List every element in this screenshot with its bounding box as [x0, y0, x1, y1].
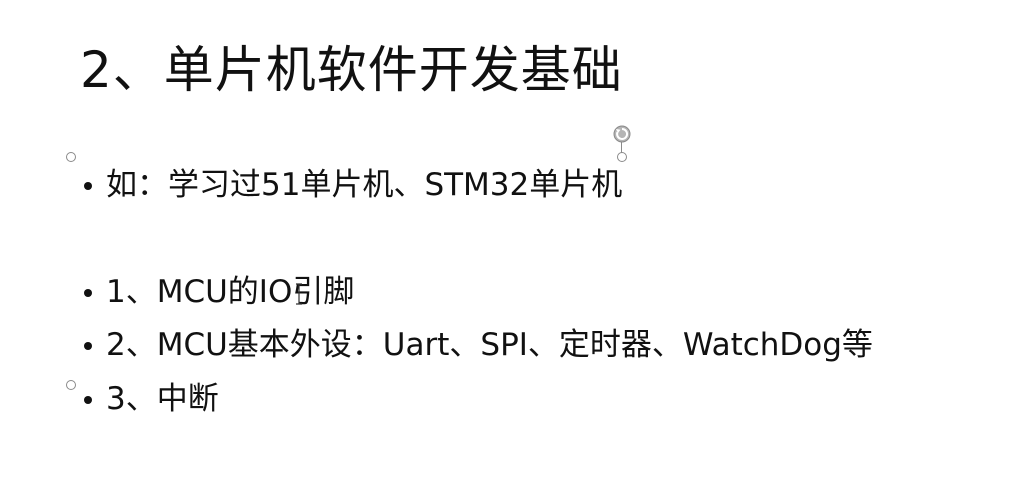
bullet-item[interactable]: 如：学习过51单片机、STM32单片机: [84, 164, 622, 206]
bullet-dot-icon: [84, 342, 92, 350]
resize-handle-icon[interactable]: [66, 380, 76, 390]
resize-handle-icon[interactable]: [66, 152, 76, 162]
slide-canvas: 2、单片机软件开发基础 如：学习过51单片机、STM32单片机 1、MCU的IO…: [0, 0, 1026, 491]
bullet-text: 3、中断: [106, 381, 219, 417]
bullet-dot-icon: [84, 396, 92, 404]
text-cursor-icon: [296, 283, 302, 305]
bullet-dot-icon: [84, 289, 92, 297]
bullet-dot-icon: [84, 182, 92, 190]
bullet-item[interactable]: 1、MCU的IO引脚: [84, 271, 354, 313]
rotate-handle-icon[interactable]: [612, 124, 632, 144]
bullet-item[interactable]: 3、中断: [84, 378, 219, 420]
slide-title[interactable]: 2、单片机软件开发基础: [80, 30, 623, 110]
bullet-text: 1、MCU的IO引脚: [106, 274, 355, 310]
resize-handle-icon[interactable]: [617, 152, 627, 162]
bullet-item[interactable]: 2、MCU基本外设：Uart、SPI、定时器、WatchDog等: [84, 324, 873, 366]
bullet-text: 如：学习过51单片机、STM32单片机: [106, 167, 623, 203]
bullet-text: 2、MCU基本外设：Uart、SPI、定时器、WatchDog等: [106, 327, 873, 363]
